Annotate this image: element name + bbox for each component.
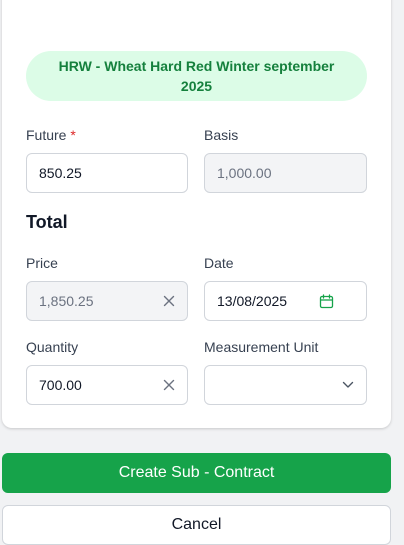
quantity-value: 700.00	[39, 377, 82, 393]
close-icon[interactable]	[163, 379, 175, 391]
date-label: Date	[204, 255, 234, 271]
future-input[interactable]: 850.25	[26, 153, 188, 193]
future-value: 850.25	[39, 165, 82, 181]
basis-value: 1,000.00	[217, 165, 272, 181]
cancel-button[interactable]: Cancel	[2, 505, 391, 545]
basis-label: Basis	[204, 127, 239, 143]
total-heading: Total	[26, 212, 68, 232]
future-label-text: Future	[26, 127, 67, 143]
price-label: Price	[26, 255, 58, 271]
create-sub-contract-button[interactable]: Create Sub - Contract	[2, 453, 391, 493]
required-mark: *	[70, 127, 76, 143]
date-input[interactable]: 13/08/2025	[204, 281, 367, 321]
future-label: Future *	[26, 127, 76, 143]
close-icon[interactable]	[163, 295, 175, 307]
chevron-down-icon	[342, 381, 354, 389]
measurement-unit-label: Measurement Unit	[204, 339, 319, 355]
quantity-label: Quantity	[26, 339, 79, 355]
calendar-icon[interactable]	[319, 293, 334, 309]
contract-banner: HRW - Wheat Hard Red Winter september 20…	[26, 51, 367, 101]
date-value: 13/08/2025	[217, 293, 288, 309]
price-value: 1,850.25	[39, 293, 94, 309]
quantity-input[interactable]: 700.00	[26, 365, 188, 405]
measurement-unit-select[interactable]	[204, 365, 367, 405]
price-input: 1,850.25	[26, 281, 188, 321]
basis-input: 1,000.00	[204, 153, 367, 193]
contract-banner-text: HRW - Wheat Hard Red Winter september 20…	[58, 58, 335, 94]
